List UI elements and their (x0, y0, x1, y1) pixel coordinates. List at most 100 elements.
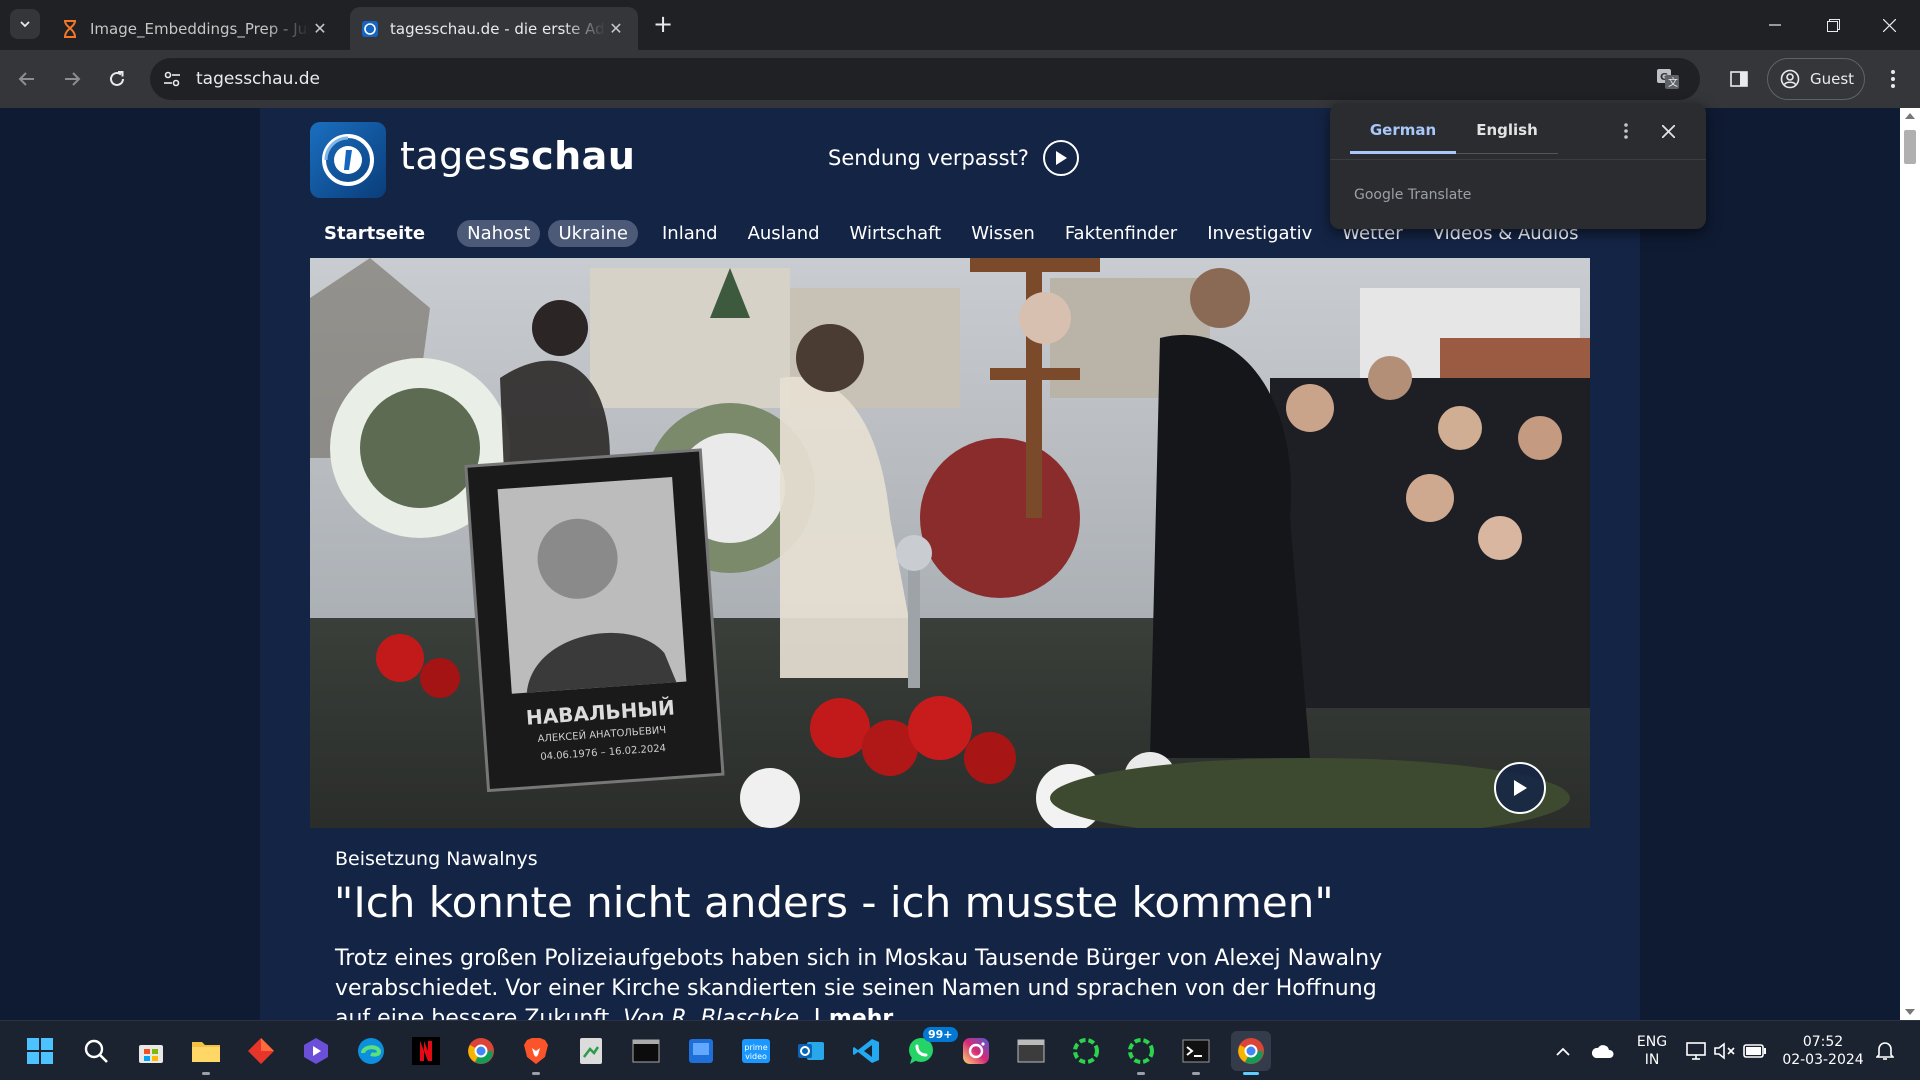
nav-startseite[interactable]: Startseite (324, 223, 425, 244)
taskbar-app-purple[interactable] (296, 1031, 336, 1071)
taskbar-terminal[interactable] (626, 1031, 666, 1071)
scroll-down-arrow-icon[interactable] (1905, 1009, 1915, 1015)
taskbar-command-prompt[interactable] (1176, 1031, 1216, 1075)
side-panel-button[interactable] (1724, 64, 1754, 94)
network-button[interactable] (1684, 1021, 1710, 1080)
new-tab-button[interactable]: + (650, 12, 676, 38)
translate-close-button[interactable] (1654, 117, 1682, 145)
brand-wordmark[interactable]: tagesschau (400, 134, 635, 178)
taskbar-netflix[interactable] (406, 1031, 446, 1071)
taskbar-edge[interactable] (351, 1031, 391, 1071)
nav-ukraine[interactable]: Ukraine (548, 219, 638, 247)
scroll-up-arrow-icon[interactable] (1905, 113, 1915, 119)
taskbar-app-sheet[interactable] (571, 1031, 611, 1071)
browser-menu-button[interactable] (1878, 64, 1908, 94)
translate-tab-english[interactable]: English (1456, 121, 1558, 154)
taskbar-chrome[interactable] (461, 1031, 501, 1071)
site-settings-icon[interactable] (162, 69, 182, 89)
forward-button[interactable] (57, 64, 87, 94)
taskbar-outlook[interactable] (791, 1031, 831, 1071)
play-app-icon (304, 1038, 328, 1064)
taskbar-brave[interactable] (516, 1031, 556, 1075)
minimize-button[interactable] (1752, 10, 1798, 40)
tagesschau-favicon-icon (362, 20, 378, 37)
taskbar-prime-video[interactable]: prime video (736, 1031, 776, 1071)
sendung-verpasst-link[interactable]: Sendung verpasst? (828, 140, 1079, 176)
nav-inland[interactable]: Inland (662, 223, 718, 244)
restore-icon (1826, 18, 1840, 32)
nav-faktenfinder[interactable]: Faktenfinder (1065, 223, 1177, 244)
translate-options-button[interactable] (1612, 117, 1640, 145)
folder-icon (192, 1042, 220, 1062)
tab-search-button[interactable] (10, 9, 40, 39)
tab-jupyter[interactable]: Image_Embeddings_Prep - Jupyter ✕ (50, 7, 342, 50)
nav-investigativ[interactable]: Investigativ (1207, 223, 1312, 244)
article-headline[interactable]: "Ich konnte nicht anders - ich musste ko… (334, 878, 1334, 927)
svg-text:video: video (745, 1052, 767, 1061)
window-app-icon (1017, 1039, 1045, 1063)
notifications-button[interactable] (1872, 1021, 1898, 1080)
close-icon (1661, 124, 1675, 138)
start-button[interactable] (20, 1031, 60, 1071)
translate-tab-german[interactable]: German (1350, 121, 1456, 154)
taskbar-app-blue[interactable] (681, 1031, 721, 1071)
taskbar-whatsapp[interactable]: 99+ (901, 1027, 958, 1071)
taskbar-file-explorer[interactable] (186, 1031, 226, 1075)
scrollbar-thumb[interactable] (1904, 130, 1916, 164)
translate-page-button[interactable]: G文 (1654, 65, 1682, 93)
taskbar-vscode[interactable] (846, 1031, 886, 1071)
nav-wissen[interactable]: Wissen (971, 223, 1035, 244)
chevron-down-icon (20, 21, 30, 28)
tagesschau-logo[interactable] (310, 122, 386, 198)
article-teaser[interactable]: Trotz eines großen Polizeiaufgebots habe… (335, 944, 1395, 1020)
taskbar-search-button[interactable] (76, 1031, 116, 1071)
nav-nahost[interactable]: Nahost (457, 219, 541, 247)
taskbar-instagram[interactable] (956, 1031, 996, 1071)
taskbar-app-ring-2[interactable] (1121, 1031, 1161, 1075)
document-app-icon (580, 1038, 602, 1064)
more-vertical-icon (1624, 123, 1628, 139)
hero-image[interactable]: НАВАЛЬНЫЙ АЛЕКСЕЙ АНАТОЛЬЕВИЧ 04.06.1976… (310, 258, 1590, 828)
article-kicker[interactable]: Beisetzung Nawalnys (335, 848, 538, 870)
tab-tagesschau[interactable]: tagesschau.de - die erste Adresse für Na… (350, 7, 638, 50)
tab-close-button[interactable]: ✕ (310, 19, 330, 39)
language-indicator[interactable]: ENG IN (1628, 1033, 1676, 1069)
store-icon (139, 1045, 163, 1063)
prime-video-icon: primevideo (742, 1039, 770, 1063)
side-panel-icon (1730, 71, 1748, 87)
loading-ring-icon (1128, 1038, 1154, 1064)
tray-overflow-button[interactable] (1550, 1021, 1576, 1080)
nav-wirtschaft[interactable]: Wirtschaft (850, 223, 942, 244)
address-bar[interactable]: tagesschau.de G文 (150, 58, 1700, 100)
browser-toolbar: tagesschau.de G文 Guest (0, 50, 1920, 108)
page-content: tagesschau Sendung verpasst? Startseite … (260, 108, 1640, 1020)
cloud-icon (1591, 1045, 1614, 1058)
page-scrollbar[interactable] (1900, 108, 1920, 1020)
windows-icon (27, 1038, 53, 1064)
taskbar-app-red[interactable] (241, 1031, 281, 1071)
tab-close-button[interactable]: ✕ (606, 19, 626, 39)
nav-ausland[interactable]: Ausland (748, 223, 820, 244)
read-more-link[interactable]: | mehr (813, 1006, 893, 1020)
hourglass-icon (64, 19, 76, 38)
taskbar-app-window[interactable] (1011, 1031, 1051, 1071)
volume-button[interactable] (1712, 1021, 1738, 1080)
browser-tab-bar: Image_Embeddings_Prep - Jupyter ✕ tagess… (0, 0, 1920, 50)
back-button[interactable] (12, 64, 42, 94)
battery-charging-icon (1743, 1044, 1766, 1058)
battery-button[interactable] (1742, 1021, 1768, 1080)
onedrive-button[interactable] (1588, 1021, 1616, 1080)
reload-button[interactable] (102, 64, 132, 94)
clock-date: 02-03-2024 (1782, 1052, 1864, 1068)
language-bottom: IN (1644, 1052, 1660, 1068)
taskbar-store[interactable] (131, 1031, 171, 1071)
edge-icon (358, 1038, 384, 1064)
profile-button[interactable]: Guest (1767, 58, 1865, 100)
terminal-icon (1182, 1039, 1210, 1063)
close-window-button[interactable] (1866, 10, 1912, 40)
restore-button[interactable] (1810, 10, 1856, 40)
taskbar-app-ring-1[interactable] (1066, 1031, 1106, 1071)
taskbar-chrome-active[interactable] (1231, 1031, 1271, 1075)
video-play-button[interactable] (1494, 762, 1546, 814)
clock[interactable]: 07:52 02-03-2024 (1778, 1033, 1868, 1069)
